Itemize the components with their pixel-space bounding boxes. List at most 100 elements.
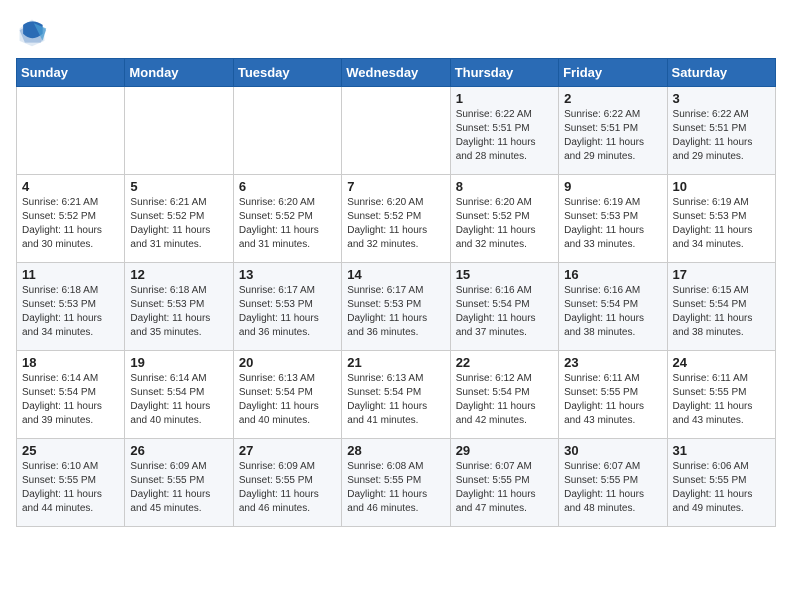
cell-info: Sunrise: 6:10 AM Sunset: 5:55 PM Dayligh…: [22, 460, 119, 516]
calendar-cell: 21 Sunrise: 6:13 AM Sunset: 5:54 PM Dayli…: [342, 351, 450, 439]
cell-info: Sunrise: 6:20 AM Sunset: 5:52 PM Dayligh…: [456, 196, 553, 252]
days-of-week-row: SundayMondayTuesdayWednesdayThursdayFrid…: [17, 59, 776, 87]
calendar-cell: 23 Sunrise: 6:11 AM Sunset: 5:55 PM Dayli…: [559, 351, 667, 439]
day-number: 16: [564, 267, 661, 282]
cell-info: Sunrise: 6:13 AM Sunset: 5:54 PM Dayligh…: [239, 372, 336, 428]
cell-info: Sunrise: 6:17 AM Sunset: 5:53 PM Dayligh…: [347, 284, 444, 340]
day-number: 15: [456, 267, 553, 282]
calendar-body: 1Sunrise: 6:22 AM Sunset: 5:51 PM Daylig…: [17, 87, 776, 527]
day-number: 8: [456, 179, 553, 194]
cell-info: Sunrise: 6:14 AM Sunset: 5:54 PM Dayligh…: [22, 372, 119, 428]
day-number: 23: [564, 355, 661, 370]
calendar-cell: 15 Sunrise: 6:16 AM Sunset: 5:54 PM Dayli…: [450, 263, 558, 351]
cell-info: Sunrise: 6:18 AM Sunset: 5:53 PM Dayligh…: [130, 284, 227, 340]
cell-info: Sunrise: 6:21 AM Sunset: 5:52 PM Dayligh…: [130, 196, 227, 252]
calendar-cell: [17, 87, 125, 175]
day-number: 26: [130, 443, 227, 458]
day-number: 20: [239, 355, 336, 370]
calendar-cell: 30Sunrise: 6:07 AM Sunset: 5:55 PM Dayli…: [559, 439, 667, 527]
week-row-5: 25 Sunrise: 6:10 AM Sunset: 5:55 PM Dayli…: [17, 439, 776, 527]
cell-info: Sunrise: 6:11 AM Sunset: 5:55 PM Dayligh…: [673, 372, 770, 428]
logo: [16, 16, 52, 48]
day-number: 13: [239, 267, 336, 282]
calendar-cell: 9 Sunrise: 6:19 AM Sunset: 5:53 PM Daylig…: [559, 175, 667, 263]
dow-header-thursday: Thursday: [450, 59, 558, 87]
cell-info: Sunrise: 6:16 AM Sunset: 5:54 PM Dayligh…: [456, 284, 553, 340]
cell-info: Sunrise: 6:06 AM Sunset: 5:55 PM Dayligh…: [673, 460, 770, 516]
dow-header-monday: Monday: [125, 59, 233, 87]
day-number: 2: [564, 91, 661, 106]
cell-info: Sunrise: 6:18 AM Sunset: 5:53 PM Dayligh…: [22, 284, 119, 340]
calendar-cell: 27 Sunrise: 6:09 AM Sunset: 5:55 PM Dayli…: [233, 439, 341, 527]
calendar-cell: 26 Sunrise: 6:09 AM Sunset: 5:55 PM Dayli…: [125, 439, 233, 527]
dow-header-friday: Friday: [559, 59, 667, 87]
calendar-cell: 10Sunrise: 6:19 AM Sunset: 5:53 PM Dayli…: [667, 175, 775, 263]
day-number: 11: [22, 267, 119, 282]
cell-info: Sunrise: 6:07 AM Sunset: 5:55 PM Dayligh…: [456, 460, 553, 516]
day-number: 9: [564, 179, 661, 194]
week-row-3: 11 Sunrise: 6:18 AM Sunset: 5:53 PM Dayli…: [17, 263, 776, 351]
calendar-table: SundayMondayTuesdayWednesdayThursdayFrid…: [16, 58, 776, 527]
cell-info: Sunrise: 6:12 AM Sunset: 5:54 PM Dayligh…: [456, 372, 553, 428]
cell-info: Sunrise: 6:14 AM Sunset: 5:54 PM Dayligh…: [130, 372, 227, 428]
dow-header-tuesday: Tuesday: [233, 59, 341, 87]
cell-info: Sunrise: 6:20 AM Sunset: 5:52 PM Dayligh…: [347, 196, 444, 252]
cell-info: Sunrise: 6:09 AM Sunset: 5:55 PM Dayligh…: [239, 460, 336, 516]
cell-info: Sunrise: 6:22 AM Sunset: 5:51 PM Dayligh…: [564, 108, 661, 164]
cell-info: Sunrise: 6:09 AM Sunset: 5:55 PM Dayligh…: [130, 460, 227, 516]
cell-info: Sunrise: 6:08 AM Sunset: 5:55 PM Dayligh…: [347, 460, 444, 516]
calendar-cell: 17Sunrise: 6:15 AM Sunset: 5:54 PM Dayli…: [667, 263, 775, 351]
day-number: 21: [347, 355, 444, 370]
calendar-cell: 8 Sunrise: 6:20 AM Sunset: 5:52 PM Daylig…: [450, 175, 558, 263]
calendar-cell: 12 Sunrise: 6:18 AM Sunset: 5:53 PM Dayli…: [125, 263, 233, 351]
day-number: 7: [347, 179, 444, 194]
day-number: 10: [673, 179, 770, 194]
day-number: 18: [22, 355, 119, 370]
cell-info: Sunrise: 6:16 AM Sunset: 5:54 PM Dayligh…: [564, 284, 661, 340]
calendar-cell: 13Sunrise: 6:17 AM Sunset: 5:53 PM Dayli…: [233, 263, 341, 351]
calendar-cell: 24Sunrise: 6:11 AM Sunset: 5:55 PM Dayli…: [667, 351, 775, 439]
calendar-cell: 4 Sunrise: 6:21 AM Sunset: 5:52 PM Daylig…: [17, 175, 125, 263]
day-number: 12: [130, 267, 227, 282]
calendar-cell: [342, 87, 450, 175]
dow-header-saturday: Saturday: [667, 59, 775, 87]
cell-info: Sunrise: 6:20 AM Sunset: 5:52 PM Dayligh…: [239, 196, 336, 252]
calendar-cell: 19 Sunrise: 6:14 AM Sunset: 5:54 PM Dayli…: [125, 351, 233, 439]
cell-info: Sunrise: 6:22 AM Sunset: 5:51 PM Dayligh…: [673, 108, 770, 164]
calendar-cell: 6 Sunrise: 6:20 AM Sunset: 5:52 PM Daylig…: [233, 175, 341, 263]
cell-info: Sunrise: 6:13 AM Sunset: 5:54 PM Dayligh…: [347, 372, 444, 428]
day-number: 4: [22, 179, 119, 194]
calendar-cell: 18 Sunrise: 6:14 AM Sunset: 5:54 PM Dayli…: [17, 351, 125, 439]
calendar-cell: 14 Sunrise: 6:17 AM Sunset: 5:53 PM Dayli…: [342, 263, 450, 351]
day-number: 22: [456, 355, 553, 370]
calendar-cell: 7 Sunrise: 6:20 AM Sunset: 5:52 PM Daylig…: [342, 175, 450, 263]
logo-icon: [16, 16, 48, 48]
day-number: 6: [239, 179, 336, 194]
day-number: 3: [673, 91, 770, 106]
calendar-cell: 22 Sunrise: 6:12 AM Sunset: 5:54 PM Dayli…: [450, 351, 558, 439]
dow-header-wednesday: Wednesday: [342, 59, 450, 87]
cell-info: Sunrise: 6:11 AM Sunset: 5:55 PM Dayligh…: [564, 372, 661, 428]
calendar-cell: 3 Sunrise: 6:22 AM Sunset: 5:51 PM Daylig…: [667, 87, 775, 175]
day-number: 25: [22, 443, 119, 458]
calendar-cell: 11 Sunrise: 6:18 AM Sunset: 5:53 PM Dayli…: [17, 263, 125, 351]
page-header: [16, 16, 776, 48]
cell-info: Sunrise: 6:15 AM Sunset: 5:54 PM Dayligh…: [673, 284, 770, 340]
calendar-cell: 31Sunrise: 6:06 AM Sunset: 5:55 PM Dayli…: [667, 439, 775, 527]
calendar-cell: 25 Sunrise: 6:10 AM Sunset: 5:55 PM Dayli…: [17, 439, 125, 527]
day-number: 19: [130, 355, 227, 370]
calendar-cell: 28 Sunrise: 6:08 AM Sunset: 5:55 PM Dayli…: [342, 439, 450, 527]
day-number: 5: [130, 179, 227, 194]
cell-info: Sunrise: 6:21 AM Sunset: 5:52 PM Dayligh…: [22, 196, 119, 252]
calendar-cell: 29Sunrise: 6:07 AM Sunset: 5:55 PM Dayli…: [450, 439, 558, 527]
day-number: 14: [347, 267, 444, 282]
cell-info: Sunrise: 6:19 AM Sunset: 5:53 PM Dayligh…: [564, 196, 661, 252]
calendar-cell: [233, 87, 341, 175]
cell-info: Sunrise: 6:22 AM Sunset: 5:51 PM Dayligh…: [456, 108, 553, 164]
calendar-cell: 2 Sunrise: 6:22 AM Sunset: 5:51 PM Daylig…: [559, 87, 667, 175]
day-number: 30: [564, 443, 661, 458]
calendar-cell: 20 Sunrise: 6:13 AM Sunset: 5:54 PM Dayli…: [233, 351, 341, 439]
day-number: 27: [239, 443, 336, 458]
day-number: 28: [347, 443, 444, 458]
week-row-4: 18 Sunrise: 6:14 AM Sunset: 5:54 PM Dayli…: [17, 351, 776, 439]
